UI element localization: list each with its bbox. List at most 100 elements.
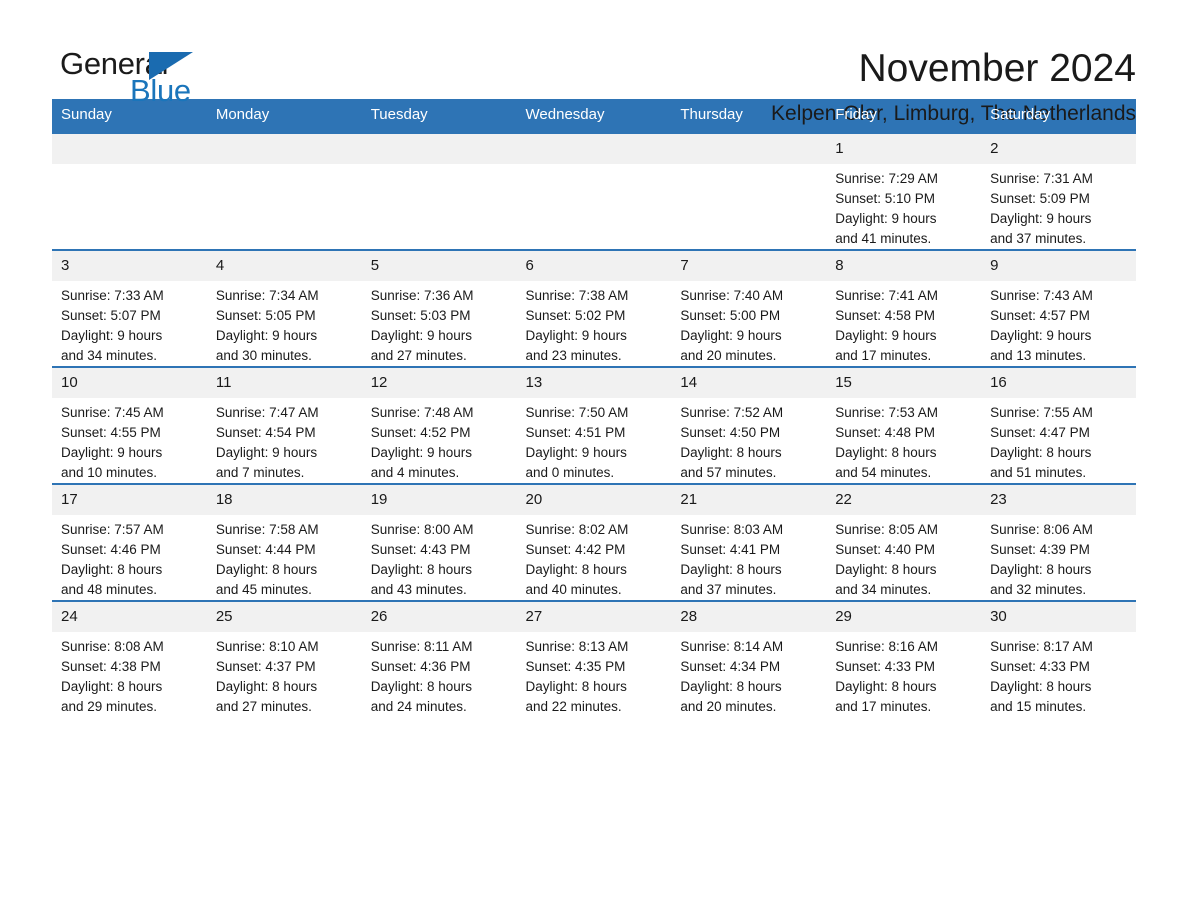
sunset-text: Sunset: 5:07 PM [61,308,161,323]
day-number: 11 [206,368,362,398]
day-cell[interactable]: 9 Sunrise: 7:43 AM Sunset: 4:57 PM Daylight… [981,249,1136,367]
day-cell[interactable]: 16 Sunrise: 7:55 AM Sunset: 4:47 PM Dayligh… [981,366,1136,484]
day-cell[interactable]: 28 Sunrise: 8:14 AM Sunset: 4:34 PM Dayligh… [671,600,827,717]
day-number [206,134,362,164]
day-details: Sunrise: 7:38 AM Sunset: 5:02 PM Daylight:… [517,281,672,366]
sunrise-text: Sunrise: 7:41 AM [835,288,939,303]
day-cell-empty [516,132,672,250]
day-cell[interactable]: 26 Sunrise: 8:11 AM Sunset: 4:36 PM Dayligh… [361,600,517,717]
day-cell[interactable]: 10 Sunrise: 7:45 AM Sunset: 4:55 PM Dayligh… [52,366,207,484]
daylight-text-line1: Daylight: 8 hours [370,679,472,694]
day-cell[interactable]: 8 Sunrise: 7:41 AM Sunset: 4:58 PM Daylight… [826,249,982,367]
day-cell[interactable]: 6 Sunrise: 7:38 AM Sunset: 5:02 PM Daylight… [516,249,672,367]
day-details: Sunrise: 7:52 AM Sunset: 4:50 PM Daylight:… [671,398,826,483]
sunrise-text: Sunrise: 8:17 AM [990,639,1093,654]
day-details: Sunrise: 7:57 AM Sunset: 4:46 PM Daylight:… [52,515,207,600]
day-cell[interactable]: 5 Sunrise: 7:36 AM Sunset: 5:03 PM Daylight… [361,249,517,367]
page-title: November 2024 [858,47,1137,90]
day-cell[interactable]: 11 Sunrise: 7:47 AM Sunset: 4:54 PM Dayligh… [206,366,362,484]
sunset-text: Sunset: 4:40 PM [835,542,936,557]
day-number: 17 [52,485,207,515]
day-details: Sunrise: 8:06 AM Sunset: 4:39 PM Daylight:… [981,515,1136,600]
sunrise-text: Sunrise: 7:31 AM [990,171,1093,186]
day-cell[interactable]: 3 Sunrise: 7:33 AM Sunset: 5:07 PM Daylight… [52,249,207,367]
day-number [516,134,672,164]
day-number [671,134,827,164]
daylight-text-line2: and 51 minutes. [990,465,1087,480]
daylight-text-line1: Daylight: 9 hours [525,328,627,343]
day-cell[interactable]: 23 Sunrise: 8:06 AM Sunset: 4:39 PM Dayligh… [981,483,1136,601]
calendar-week-row: 10 Sunrise: 7:45 AM Sunset: 4:55 PM Dayligh… [52,366,1136,484]
daylight-text-line2: and 45 minutes. [215,582,312,597]
day-details: Sunrise: 8:17 AM Sunset: 4:33 PM Daylight:… [981,632,1136,717]
day-number: 21 [671,485,827,515]
sunrise-text: Sunrise: 7:52 AM [680,405,784,420]
day-cell-empty [52,132,207,250]
daylight-text-line1: Daylight: 9 hours [835,211,937,226]
calendar-week-row: 3 Sunrise: 7:33 AM Sunset: 5:07 PM Daylight… [52,249,1136,367]
day-cell[interactable]: 13 Sunrise: 7:50 AM Sunset: 4:51 PM Dayligh… [516,366,672,484]
sunset-text: Sunset: 4:43 PM [370,542,471,557]
daylight-text-line1: Daylight: 8 hours [990,445,1092,460]
sunset-text: Sunset: 4:34 PM [680,659,781,674]
day-cell[interactable]: 21 Sunrise: 8:03 AM Sunset: 4:41 PM Dayligh… [671,483,827,601]
sunset-text: Sunset: 5:02 PM [525,308,626,323]
day-cell[interactable]: 14 Sunrise: 7:52 AM Sunset: 4:50 PM Dayligh… [671,366,827,484]
day-number: 25 [206,602,362,632]
sunset-text: Sunset: 4:44 PM [215,542,316,557]
daylight-text-line2: and 24 minutes. [370,699,467,714]
day-cell[interactable]: 22 Sunrise: 8:05 AM Sunset: 4:40 PM Dayligh… [826,483,982,601]
day-cell[interactable]: 19 Sunrise: 8:00 AM Sunset: 4:43 PM Dayligh… [361,483,517,601]
sunrise-text: Sunrise: 8:02 AM [525,522,629,537]
sunrise-text: Sunrise: 7:36 AM [370,288,474,303]
daylight-text-line1: Daylight: 9 hours [835,328,937,343]
sunrise-text: Sunrise: 8:03 AM [680,522,784,537]
day-cell[interactable]: 27 Sunrise: 8:13 AM Sunset: 4:35 PM Dayligh… [516,600,672,717]
daylight-text-line1: Daylight: 8 hours [61,679,163,694]
day-cell[interactable]: 29 Sunrise: 8:16 AM Sunset: 4:33 PM Dayligh… [826,600,982,717]
daylight-text-line1: Daylight: 8 hours [990,562,1092,577]
daylight-text-line2: and 22 minutes. [525,699,622,714]
sunrise-text: Sunrise: 7:50 AM [525,405,629,420]
day-cell-empty [671,132,827,250]
day-details: Sunrise: 8:05 AM Sunset: 4:40 PM Daylight:… [826,515,981,600]
daylight-text-line2: and 37 minutes. [680,582,777,597]
daylight-text-line1: Daylight: 9 hours [990,211,1092,226]
day-cell[interactable]: 20 Sunrise: 8:02 AM Sunset: 4:42 PM Dayligh… [516,483,672,601]
daylight-text-line1: Daylight: 8 hours [61,562,163,577]
sunset-text: Sunset: 5:10 PM [835,191,936,206]
day-cell[interactable]: 15 Sunrise: 7:53 AM Sunset: 4:48 PM Dayligh… [826,366,982,484]
day-cell[interactable]: 18 Sunrise: 7:58 AM Sunset: 4:44 PM Dayligh… [206,483,362,601]
sunset-text: Sunset: 4:41 PM [680,542,781,557]
sunrise-text: Sunrise: 7:48 AM [370,405,474,420]
day-cell[interactable]: 4 Sunrise: 7:34 AM Sunset: 5:05 PM Daylight… [206,249,362,367]
day-cell[interactable]: 1 Sunrise: 7:29 AM Sunset: 5:10 PM Daylight… [826,132,982,250]
sunset-text: Sunset: 4:35 PM [525,659,626,674]
sunrise-sunset-calendar: Sunday Monday Tuesday Wednesday Thursday… [52,99,1136,717]
daylight-text-line1: Daylight: 9 hours [370,445,472,460]
generalblue-logo[interactable]: General Blue [52,46,210,108]
sunrise-text: Sunrise: 7:38 AM [525,288,629,303]
day-cell-empty [361,132,517,250]
day-details: Sunrise: 7:43 AM Sunset: 4:57 PM Daylight:… [981,281,1136,366]
day-cell[interactable]: 7 Sunrise: 7:40 AM Sunset: 5:00 PM Daylight… [671,249,827,367]
day-cell[interactable]: 24 Sunrise: 8:08 AM Sunset: 4:38 PM Dayligh… [52,600,207,717]
day-cell[interactable]: 17 Sunrise: 7:57 AM Sunset: 4:46 PM Dayligh… [52,483,207,601]
day-details: Sunrise: 7:34 AM Sunset: 5:05 PM Daylight:… [207,281,362,366]
sunset-text: Sunset: 4:51 PM [525,425,626,440]
daylight-text-line2: and 17 minutes. [835,348,932,363]
daylight-text-line1: Daylight: 8 hours [215,679,318,694]
daylight-text-line1: Daylight: 8 hours [370,562,472,577]
day-cell[interactable]: 25 Sunrise: 8:10 AM Sunset: 4:37 PM Dayligh… [206,600,362,717]
day-cell[interactable]: 30 Sunrise: 8:17 AM Sunset: 4:33 PM Dayligh… [981,600,1136,717]
day-details: Sunrise: 7:31 AM Sunset: 5:09 PM Daylight:… [981,164,1136,249]
day-details: Sunrise: 8:00 AM Sunset: 4:43 PM Daylight:… [362,515,517,600]
day-number: 1 [826,134,982,164]
day-number: 6 [516,251,672,281]
daylight-text-line1: Daylight: 9 hours [61,445,163,460]
sunrise-text: Sunrise: 7:29 AM [835,171,939,186]
day-cell[interactable]: 12 Sunrise: 7:48 AM Sunset: 4:52 PM Dayligh… [361,366,517,484]
day-number: 4 [206,251,362,281]
day-cell[interactable]: 2 Sunrise: 7:31 AM Sunset: 5:09 PM Daylight… [981,132,1136,250]
sunset-text: Sunset: 4:37 PM [215,659,316,674]
